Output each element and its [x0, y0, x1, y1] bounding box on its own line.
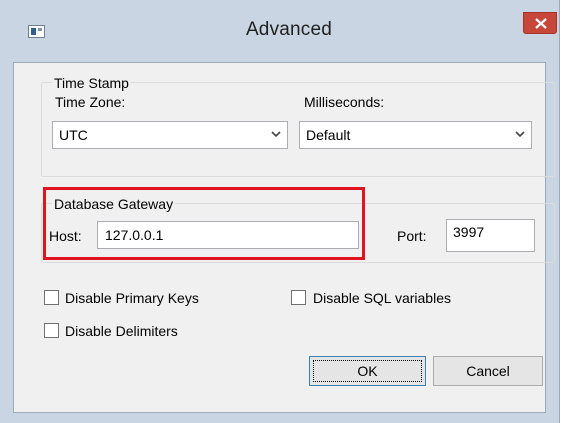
port-input[interactable]: 3997 — [446, 219, 535, 252]
disable-sql-variables-checkbox[interactable] — [291, 290, 306, 305]
port-input-value: 3997 — [453, 224, 485, 240]
disable-delimiters-checkbox[interactable] — [44, 323, 59, 338]
ok-button[interactable]: OK — [309, 356, 426, 386]
close-x-icon — [535, 18, 547, 29]
timezone-select[interactable]: UTC — [52, 121, 288, 149]
host-input[interactable]: 127.0.0.1 — [97, 221, 359, 249]
milliseconds-select-value: Default — [306, 127, 351, 143]
cancel-button-label: Cancel — [466, 363, 510, 379]
disable-delimiters-label[interactable]: Disable Delimiters — [65, 323, 178, 339]
port-label: Port: — [397, 228, 427, 244]
window-title: Advanced — [245, 19, 333, 40]
close-button[interactable] — [523, 12, 557, 34]
milliseconds-select[interactable]: Default — [299, 121, 532, 149]
chevron-down-icon — [515, 131, 525, 138]
disable-sql-variables-label[interactable]: Disable SQL variables — [313, 290, 451, 306]
ok-button-label: OK — [357, 363, 378, 379]
timestamp-group-legend: Time Stamp — [52, 75, 131, 91]
disable-primary-keys-label[interactable]: Disable Primary Keys — [65, 290, 199, 306]
cancel-button[interactable]: Cancel — [433, 356, 543, 386]
timezone-select-value: UTC — [59, 127, 88, 143]
dialog-window: Advanced Time Stamp Time Zone: UTC Milli… — [0, 0, 560, 423]
disable-primary-keys-checkbox[interactable] — [44, 290, 59, 305]
gateway-group-legend: Database Gateway — [52, 196, 176, 212]
host-label: Host: — [49, 228, 82, 244]
host-input-value: 127.0.0.1 — [105, 227, 164, 243]
milliseconds-label: Milliseconds: — [304, 94, 385, 110]
chevron-down-icon — [271, 131, 281, 138]
timezone-label: Time Zone: — [55, 94, 126, 110]
